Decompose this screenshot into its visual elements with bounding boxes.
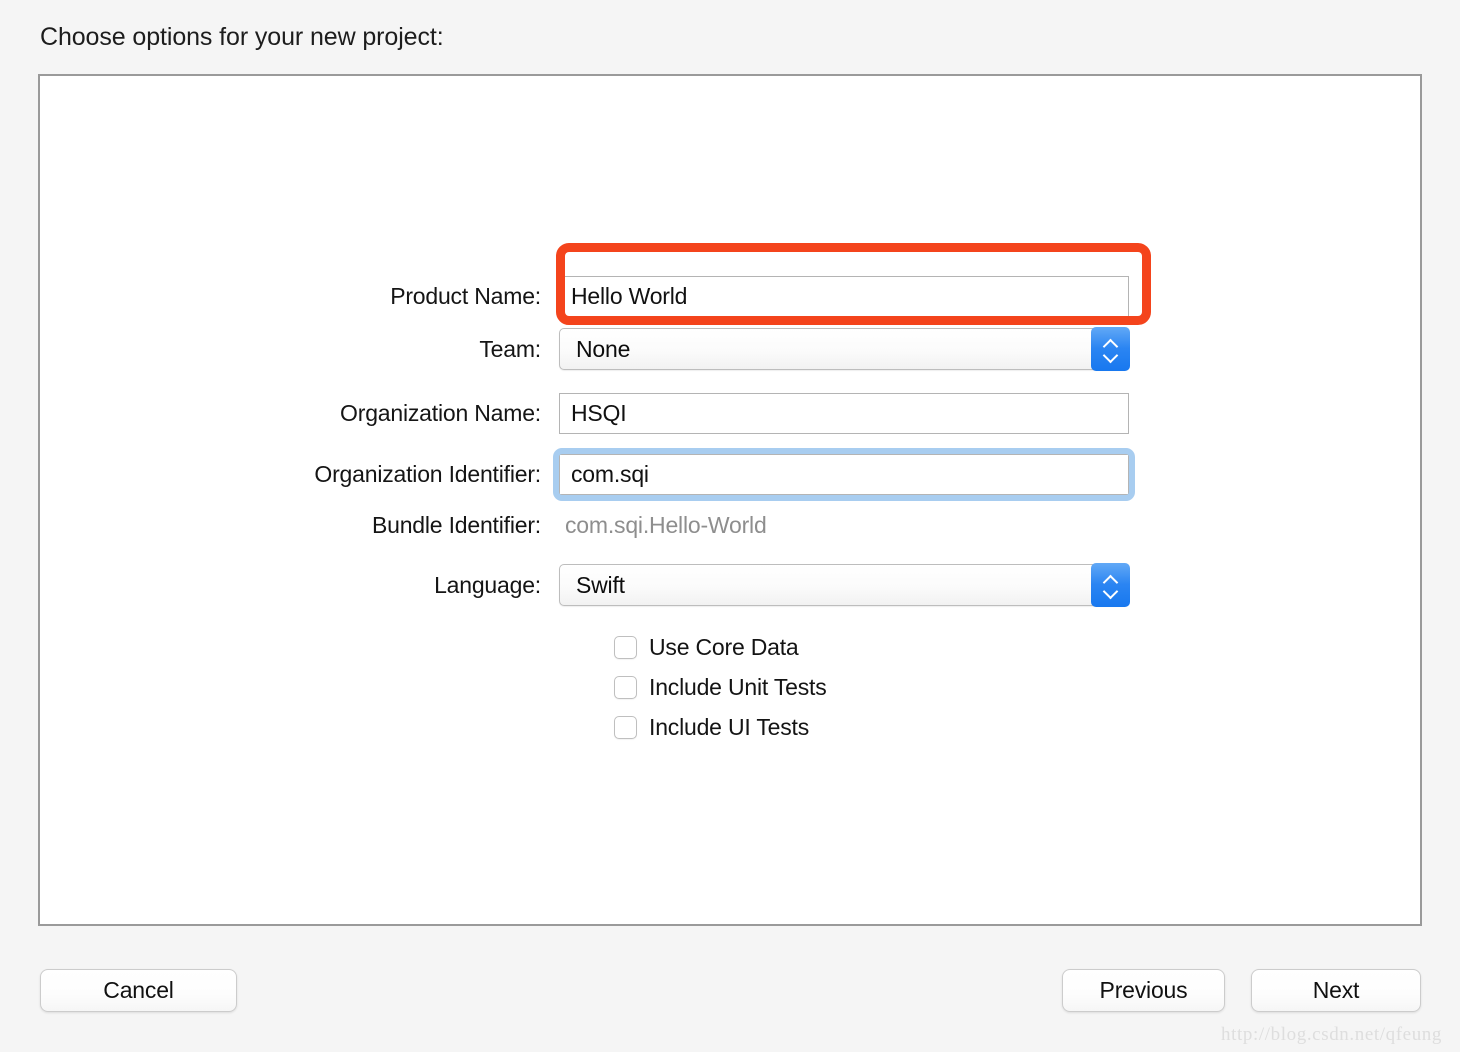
field-wrap-language: Swift	[559, 563, 1130, 607]
page-title: Choose options for your new project:	[40, 23, 444, 51]
chevron-up-icon	[1103, 576, 1118, 584]
checkbox-label: Use Core Data	[649, 634, 799, 660]
language-select[interactable]: Swift	[559, 564, 1129, 606]
label-team: Team:	[479, 335, 541, 362]
row-organization-name: Organization Name: HSQI	[40, 393, 1129, 434]
project-options-form: Product Name: Hello World Team: None Org…	[40, 76, 1420, 924]
label-organization-identifier: Organization Identifier:	[314, 461, 541, 487]
new-project-options-dialog: Choose options for your new project: Pro…	[0, 0, 1460, 1052]
options-panel: Product Name: Hello World Team: None Org…	[38, 74, 1422, 926]
checkbox-label: Include UI Tests	[649, 714, 810, 740]
next-button[interactable]: Next	[1251, 969, 1421, 1012]
checkbox-box[interactable]	[614, 716, 637, 739]
label-bundle-identifier: Bundle Identifier:	[371, 512, 541, 538]
team-stepper[interactable]	[1091, 327, 1130, 371]
checkbox-label: Include Unit Tests	[649, 674, 827, 700]
row-organization-identifier: Organization Identifier: com.sqi	[40, 448, 1135, 501]
language-stepper[interactable]	[1091, 563, 1130, 607]
checkbox-box[interactable]	[614, 676, 637, 699]
label-organization-name: Organization Name:	[340, 400, 541, 426]
team-select[interactable]: None	[559, 328, 1129, 370]
cancel-button[interactable]: Cancel	[40, 969, 237, 1012]
chevron-down-icon	[1103, 587, 1118, 595]
field-wrap-team: None	[559, 327, 1130, 371]
organization-name-input[interactable]: HSQI	[559, 393, 1129, 434]
organization-identifier-input[interactable]: com.sqi	[559, 454, 1129, 495]
chevron-down-icon	[1103, 351, 1118, 359]
checkbox-box[interactable]	[614, 636, 637, 659]
previous-button[interactable]: Previous	[1062, 969, 1225, 1012]
field-wrap-organization-identifier: com.sqi	[553, 448, 1135, 501]
label-product-name: Product Name:	[390, 283, 541, 309]
checkbox-include-ui-tests[interactable]: Include UI Tests	[614, 714, 809, 741]
field-wrap-product-name: Hello World	[559, 276, 1129, 317]
product-name-input[interactable]: Hello World	[559, 276, 1129, 317]
row-language: Language: Swift	[40, 563, 1130, 607]
checkbox-use-core-data[interactable]: Use Core Data	[614, 634, 799, 661]
field-wrap-organization-name: HSQI	[559, 393, 1129, 434]
label-language: Language:	[434, 571, 541, 598]
chevron-up-icon	[1103, 340, 1118, 348]
row-team: Team: None	[40, 327, 1130, 371]
row-bundle-identifier: Bundle Identifier: com.sqi.Hello-World	[40, 512, 767, 539]
row-product-name: Product Name: Hello World	[40, 276, 1129, 317]
watermark: http://blog.csdn.net/qfeung	[1221, 1024, 1442, 1045]
checkbox-include-unit-tests[interactable]: Include Unit Tests	[614, 674, 827, 701]
bundle-identifier-value: com.sqi.Hello-World	[565, 512, 767, 538]
